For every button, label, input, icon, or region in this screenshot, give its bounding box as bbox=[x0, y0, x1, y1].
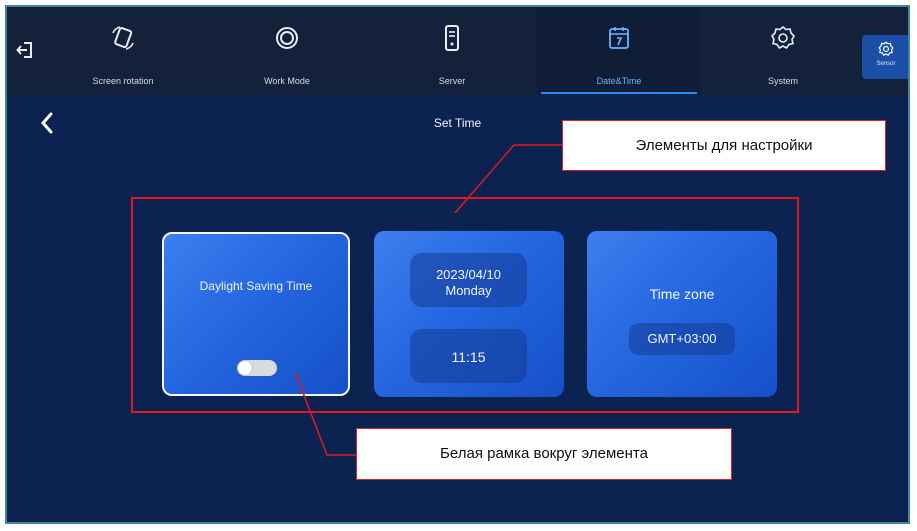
top-navigation-bar: Screen rotation Work Mode Server Date&Ti… bbox=[7, 7, 908, 95]
annotation-white-frame: Белая рамка вокруг элемента bbox=[356, 428, 732, 480]
tab-label: Server bbox=[438, 76, 466, 86]
tab-label: System bbox=[767, 76, 798, 86]
tab-system[interactable]: System bbox=[701, 7, 865, 95]
tab-date-time[interactable]: Date&Time bbox=[537, 7, 701, 95]
exit-icon[interactable] bbox=[14, 40, 36, 62]
annotation-settings-elements: Элементы для настройки bbox=[562, 120, 886, 171]
tab-label: Work Mode bbox=[264, 76, 310, 86]
sensor-gear-icon bbox=[862, 41, 908, 59]
tab-screen-rotation[interactable]: Screen rotation bbox=[41, 7, 205, 95]
sensor-label: Sensor bbox=[876, 61, 896, 67]
gear-icon bbox=[701, 23, 865, 53]
tab-work-mode[interactable]: Work Mode bbox=[205, 7, 369, 95]
active-tab-indicator bbox=[541, 92, 697, 94]
work-mode-icon bbox=[205, 23, 369, 53]
tab-label: Date&Time bbox=[596, 76, 642, 86]
tab-server[interactable]: Server bbox=[370, 7, 534, 95]
highlight-frame bbox=[131, 197, 799, 413]
server-icon bbox=[370, 23, 534, 53]
calendar-icon bbox=[537, 23, 701, 53]
screen-rotation-icon bbox=[41, 23, 205, 53]
sensor-button[interactable]: Sensor bbox=[862, 35, 908, 79]
tab-label: Screen rotation bbox=[92, 76, 154, 86]
